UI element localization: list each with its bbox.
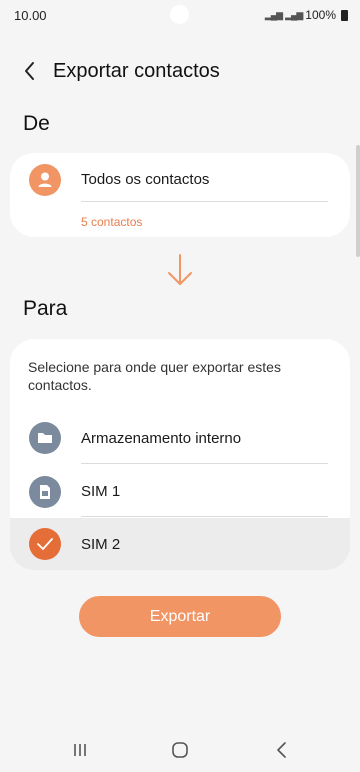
sim-card-icon	[29, 476, 61, 508]
back-icon	[277, 742, 286, 758]
sim2-option-selected[interactable]: SIM 2	[10, 518, 350, 570]
all-contacts-label: Todos os contactos	[81, 171, 210, 188]
status-time: 10.00	[14, 8, 47, 23]
checkmark-icon	[29, 528, 61, 560]
navigation-bar	[0, 728, 360, 772]
signal-icon: ▂▄▆	[264, 9, 283, 20]
export-button[interactable]: Exportar	[79, 596, 281, 637]
back-arrow-icon	[25, 62, 34, 80]
home-icon	[172, 742, 188, 758]
app-header: Exportar contactos	[0, 50, 360, 94]
export-instruction: Selecione para onde quer exportar estes …	[28, 359, 281, 393]
nav-back-button[interactable]	[270, 738, 294, 762]
arrow-down-icon	[168, 254, 192, 285]
divider	[81, 516, 328, 517]
sim1-option[interactable]: SIM 1	[10, 465, 350, 518]
folder-icon	[29, 422, 61, 454]
camera-cutout	[170, 5, 189, 24]
status-bar: 10.00 ▂▄▆ ▂▄▆ 100%	[0, 0, 360, 32]
internal-storage-label: Armazenamento interno	[81, 430, 242, 447]
contact-count: 5 contactos	[81, 215, 143, 229]
back-button[interactable]	[18, 58, 44, 84]
divider	[81, 201, 328, 202]
recent-apps-icon	[74, 744, 86, 756]
divider	[81, 463, 328, 464]
contact-avatar-icon	[29, 164, 61, 196]
scrollbar[interactable]	[356, 145, 360, 257]
signal-2-icon: ▂▄▆	[285, 9, 303, 20]
to-section-label: Para	[23, 297, 68, 320]
status-indicators: ▂▄▆ ▂▄▆ 100%	[265, 8, 348, 22]
to-card: Selecione para onde quer exportar estes …	[10, 339, 350, 570]
from-card: Todos os contactos 5 contactos	[10, 153, 350, 237]
from-section-label: De	[23, 112, 50, 135]
sim2-label: SIM 2	[81, 536, 121, 553]
page-title: Exportar contactos	[53, 60, 220, 82]
all-contacts-option[interactable]: Todos os contactos 5 contactos	[10, 153, 350, 237]
recent-apps-button[interactable]	[68, 738, 92, 762]
sim1-label: SIM 1	[81, 483, 121, 500]
internal-storage-option[interactable]: Armazenamento interno	[10, 412, 350, 465]
home-button[interactable]	[168, 738, 192, 762]
battery-icon	[341, 9, 348, 21]
battery-percent: 100%	[305, 8, 336, 22]
